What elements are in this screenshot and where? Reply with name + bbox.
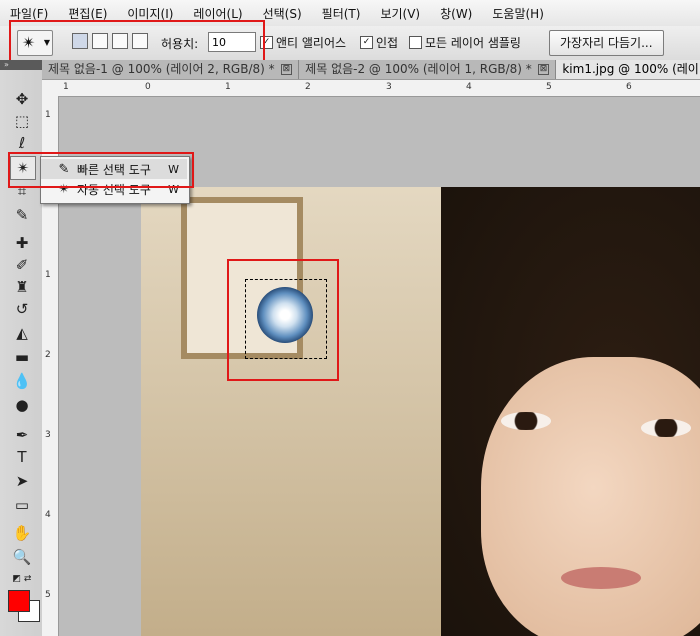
dodge-tool-icon[interactable]: ● bbox=[10, 394, 34, 416]
menu-window[interactable]: 창(W) bbox=[430, 5, 482, 22]
gradient-tool-icon[interactable]: ▬ bbox=[10, 346, 34, 368]
checkbox-empty bbox=[409, 36, 422, 49]
type-tool-icon[interactable]: T bbox=[10, 446, 34, 468]
default-colors-icon[interactable]: ◩ ⇄ bbox=[10, 568, 34, 590]
selection-mode-group bbox=[72, 33, 148, 49]
menu-bar: 파일(F) 편집(E) 이미지(I) 레이어(L) 선택(S) 필터(T) 보기… bbox=[0, 0, 700, 27]
marquee-tool-icon[interactable]: ⬚ bbox=[10, 110, 34, 132]
chevron-down-icon: ▼ bbox=[43, 38, 50, 47]
flyout-item-quick-selection[interactable]: ✎ 빠른 선택 도구 W bbox=[41, 159, 187, 179]
menu-select[interactable]: 선택(S) bbox=[253, 5, 312, 22]
tab-title: 제목 없음-2 @ 100% (레이어 1, RGB/8) * bbox=[305, 62, 532, 76]
photo-lips bbox=[561, 567, 641, 589]
menu-filter[interactable]: 필터(T) bbox=[312, 5, 371, 22]
options-bar: ✴ ▼ 허용치: ✓ 앤티 앨리어스 ✓ 인접 모든 레이어 샘플링 가장자리 … bbox=[0, 26, 700, 61]
menu-image[interactable]: 이미지(I) bbox=[117, 5, 183, 22]
ruler-label: 2 bbox=[305, 82, 311, 92]
flyout-item-label: 자동 선택 도구 bbox=[77, 182, 151, 197]
photo-eye-right bbox=[641, 419, 691, 437]
zoom-tool-icon[interactable]: 🔍 bbox=[10, 546, 34, 568]
pen-tool-icon[interactable]: ✒ bbox=[10, 424, 34, 446]
menu-edit[interactable]: 편집(E) bbox=[58, 5, 117, 22]
quick-selection-icon: ✎ bbox=[58, 161, 70, 177]
flyout-item-shortcut: W bbox=[168, 182, 179, 196]
anti-alias-checkbox[interactable]: ✓ 앤티 앨리어스 bbox=[260, 34, 346, 51]
history-brush-icon[interactable]: ↺ bbox=[10, 298, 34, 320]
ruler-label: 4 bbox=[45, 510, 51, 520]
toolbox-grip[interactable]: » bbox=[0, 60, 42, 70]
ruler-label: 3 bbox=[386, 82, 392, 92]
checkbox-check-icon: ✓ bbox=[260, 36, 273, 49]
document-tabs: 제목 없음-1 @ 100% (레이어 2, RGB/8) * ⊠ 제목 없음-… bbox=[42, 60, 700, 80]
eraser-tool-icon[interactable]: ◭ bbox=[10, 322, 34, 344]
menu-help[interactable]: 도움말(H) bbox=[482, 5, 554, 22]
horizontal-ruler[interactable]: 1 0 1 2 3 4 5 6 bbox=[60, 80, 700, 97]
toolbox: » ✥ ⬚ ℓ ✴ ⌗ ✎ ✚ ✐ ♜ ↺ ◭ ▬ 💧 ● ✒ T ➤ ▭ ✋ … bbox=[0, 60, 43, 636]
flyout-item-magic-wand[interactable]: ✴ 자동 선택 도구 W bbox=[41, 179, 187, 199]
ruler-label: 3 bbox=[45, 430, 51, 440]
close-icon[interactable]: ⊠ bbox=[280, 64, 293, 75]
ruler-label: 5 bbox=[546, 82, 552, 92]
anti-alias-label: 앤티 앨리어스 bbox=[276, 36, 347, 50]
foreground-color-swatch-top[interactable] bbox=[8, 590, 30, 612]
close-icon[interactable]: ⊠ bbox=[537, 64, 550, 75]
healing-brush-icon[interactable]: ✚ bbox=[10, 232, 34, 254]
crop-tool-icon[interactable]: ⌗ bbox=[10, 180, 34, 202]
blur-tool-icon[interactable]: 💧 bbox=[10, 370, 34, 392]
tool-flyout-menu: ✎ 빠른 선택 도구 W ✴ 자동 선택 도구 W bbox=[40, 156, 190, 204]
photo-eye-left bbox=[501, 412, 551, 430]
eyedropper-tool-icon[interactable]: ✎ bbox=[10, 204, 34, 226]
subtract-selection-button[interactable] bbox=[112, 33, 128, 49]
refine-edge-button[interactable]: 가장자리 다듬기... bbox=[549, 30, 664, 56]
menu-view[interactable]: 보기(V) bbox=[370, 5, 430, 22]
tool-preset-picker[interactable]: ✴ ▼ bbox=[17, 30, 53, 56]
tab-untitled-2[interactable]: 제목 없음-2 @ 100% (레이어 1, RGB/8) * ⊠ bbox=[299, 60, 557, 79]
tolerance-label: 허용치: bbox=[161, 37, 199, 51]
ruler-label: 1 bbox=[45, 110, 51, 120]
tab-title: kim1.jpg @ 100% (레이 bbox=[562, 62, 699, 76]
intersect-selection-button[interactable] bbox=[132, 33, 148, 49]
path-select-icon[interactable]: ➤ bbox=[10, 470, 34, 492]
new-selection-button[interactable] bbox=[72, 33, 88, 49]
tab-untitled-1[interactable]: 제목 없음-1 @ 100% (레이어 2, RGB/8) * ⊠ bbox=[42, 60, 300, 79]
menu-layer[interactable]: 레이어(L) bbox=[183, 5, 252, 22]
tab-kim1[interactable]: kim1.jpg @ 100% (레이 bbox=[556, 60, 700, 79]
ruler-label: 4 bbox=[466, 82, 472, 92]
contiguous-label: 인접 bbox=[376, 36, 399, 50]
move-tool-icon[interactable]: ✥ bbox=[10, 88, 34, 110]
menu-file[interactable]: 파일(F) bbox=[0, 5, 58, 22]
sample-all-layers-label: 모든 레이어 샘플링 bbox=[425, 36, 521, 50]
lens-layer[interactable] bbox=[257, 287, 313, 343]
ruler-label: 6 bbox=[626, 82, 632, 92]
clone-stamp-icon[interactable]: ♜ bbox=[10, 276, 34, 298]
ruler-label: 1 bbox=[63, 82, 69, 92]
ruler-corner bbox=[42, 80, 61, 97]
tolerance-input[interactable] bbox=[208, 32, 256, 52]
magic-wand-icon: ✴ bbox=[58, 181, 70, 197]
checkbox-check-icon: ✓ bbox=[360, 36, 373, 49]
sample-all-layers-checkbox[interactable]: 모든 레이어 샘플링 bbox=[409, 34, 521, 51]
ruler-label: 0 bbox=[145, 82, 151, 92]
magic-wand-tool-icon[interactable]: ✴ bbox=[10, 156, 36, 180]
brush-tool-icon[interactable]: ✐ bbox=[10, 254, 34, 276]
ruler-label: 1 bbox=[225, 82, 231, 92]
shape-tool-icon[interactable]: ▭ bbox=[10, 494, 34, 516]
ruler-label: 5 bbox=[45, 590, 51, 600]
lasso-tool-icon[interactable]: ℓ bbox=[10, 132, 34, 154]
contiguous-checkbox[interactable]: ✓ 인접 bbox=[360, 34, 398, 51]
tab-title: 제목 없음-1 @ 100% (레이어 2, RGB/8) * bbox=[48, 62, 275, 76]
hand-tool-icon[interactable]: ✋ bbox=[10, 522, 34, 544]
flyout-item-label: 빠른 선택 도구 bbox=[77, 162, 151, 177]
magic-wand-icon: ✴ bbox=[22, 33, 36, 52]
document-image[interactable] bbox=[141, 187, 700, 636]
ruler-label: 1 bbox=[45, 270, 51, 280]
flyout-item-shortcut: W bbox=[168, 162, 179, 176]
ruler-label: 2 bbox=[45, 350, 51, 360]
photo-face bbox=[481, 357, 700, 636]
add-selection-button[interactable] bbox=[92, 33, 108, 49]
